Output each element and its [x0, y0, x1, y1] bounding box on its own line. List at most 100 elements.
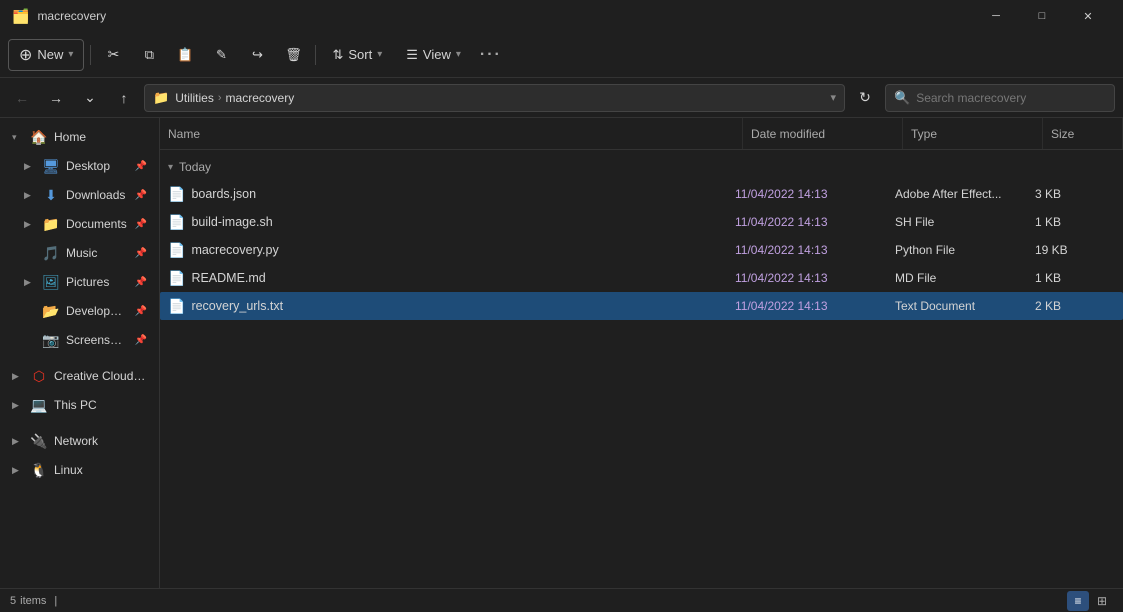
view-chevron-icon: ▾ [456, 49, 461, 60]
status-count: 5 [10, 595, 16, 607]
sidebar-pc-label: This PC [54, 398, 147, 412]
toolbar-sep-1 [90, 45, 91, 65]
breadcrumb-sep: › [218, 92, 222, 104]
table-row[interactable]: 📄 build-image.sh 11/04/2022 14:13 SH Fil… [160, 208, 1123, 236]
view-icon: ☰ [406, 47, 418, 63]
header-size[interactable]: Size [1043, 118, 1123, 149]
app-icon: 🗂️ [12, 8, 29, 25]
sidebar-item-this-pc[interactable]: ▶ 💻 This PC [4, 391, 155, 419]
documents-icon: 📁 [42, 216, 60, 233]
more-button[interactable]: ··· [475, 39, 507, 71]
sidebar-pictures-label: Pictures [66, 275, 129, 289]
forward-button[interactable]: → [42, 84, 70, 112]
close-button[interactable]: ✕ [1065, 0, 1111, 32]
desktop-pin-icon: 📌 [135, 161, 147, 172]
file-cell-date: 11/04/2022 14:13 [735, 187, 895, 201]
sort-button[interactable]: ⇅ Sort ▾ [322, 39, 392, 71]
address-dropdown-button[interactable]: ▾ [830, 91, 836, 104]
pictures-pin-icon: 📌 [135, 277, 147, 288]
status-items-label: items [20, 595, 46, 607]
sidebar-documents-label: Documents [66, 217, 129, 231]
sidebar-item-creative-cloud[interactable]: ▶ ⬡ Creative Cloud Files [4, 362, 155, 390]
share-button[interactable]: ↪ [241, 39, 273, 71]
search-input[interactable] [916, 91, 1106, 105]
up-button[interactable]: ↑ [110, 84, 138, 112]
paste-button[interactable]: 📋 [169, 39, 201, 71]
file-name-label: boards.json [191, 187, 256, 201]
pictures-icon: 🖼 [42, 274, 60, 291]
file-area: Name Date modified Type Size ▾ Today 📄 [160, 118, 1123, 588]
refresh-button[interactable]: ↻ [851, 84, 879, 112]
linux-expand-icon: ▶ [12, 465, 24, 476]
sidebar-item-music[interactable]: 🎵 Music 📌 [4, 239, 155, 267]
sidebar-item-desktop[interactable]: ▶ 🖥 Desktop 📌 [4, 152, 155, 180]
file-list: ▾ Today 📄 boards.json 11/04/2022 14:13 A… [160, 150, 1123, 588]
breadcrumb-utilities[interactable]: Utilities [175, 91, 214, 105]
file-name-label: build-image.sh [191, 215, 272, 229]
cut-button[interactable]: ✂ [97, 39, 129, 71]
cc-expand-icon: ▶ [12, 371, 24, 382]
dev-icon: 📂 [42, 303, 60, 320]
new-label: New [37, 47, 63, 62]
desktop-expand-icon: ▶ [24, 161, 36, 172]
header-size-label: Size [1051, 127, 1074, 141]
sidebar-item-downloads[interactable]: ▶ ⬇ Downloads 📌 [4, 181, 155, 209]
dev-pin-icon: 📌 [135, 306, 147, 317]
recent-button[interactable]: ⌄ [76, 84, 104, 112]
tiles-view-button[interactable]: ⊞ [1091, 591, 1113, 611]
breadcrumb-macrecovery[interactable]: macrecovery [226, 91, 295, 105]
header-date[interactable]: Date modified [743, 118, 903, 149]
back-button[interactable]: ← [8, 84, 36, 112]
sidebar-item-developpements[interactable]: 📂 Developpemen... 📌 [4, 297, 155, 325]
sidebar-downloads-label: Downloads [66, 188, 129, 202]
details-view-button[interactable]: ≡ [1067, 591, 1089, 611]
file-cell-size: 19 KB [1035, 243, 1115, 257]
file-icon: 📄 [168, 186, 185, 203]
table-row[interactable]: 📄 recovery_urls.txt 11/04/2022 14:13 Tex… [160, 292, 1123, 320]
file-cell-size: 2 KB [1035, 299, 1115, 313]
copy-button[interactable]: ⧉ [133, 39, 165, 71]
file-name-label: macrecovery.py [191, 243, 278, 257]
view-label: View [423, 47, 451, 62]
group-today[interactable]: ▾ Today [160, 154, 1123, 180]
file-cell-type: Python File [895, 243, 1035, 257]
sidebar-item-documents[interactable]: ▶ 📁 Documents 📌 [4, 210, 155, 238]
file-cell-type: Adobe After Effect... [895, 187, 1035, 201]
file-cell-size: 1 KB [1035, 215, 1115, 229]
sidebar-item-network[interactable]: ▶ 🔌 Network [4, 427, 155, 455]
sort-label: Sort [348, 47, 372, 62]
maximize-button[interactable]: □ [1019, 0, 1065, 32]
sidebar-item-pictures[interactable]: ▶ 🖼 Pictures 📌 [4, 268, 155, 296]
file-cell-type: MD File [895, 271, 1035, 285]
file-cell-date: 11/04/2022 14:13 [735, 271, 895, 285]
file-cell-date: 11/04/2022 14:13 [735, 215, 895, 229]
sidebar-item-screenshots[interactable]: 📷 Screenshots 📌 [4, 326, 155, 354]
screenshots-pin-icon: 📌 [135, 335, 147, 346]
search-bar[interactable]: 🔍 [885, 84, 1115, 112]
file-cell-name: 📄 boards.json [168, 186, 735, 203]
status-separator: | [54, 595, 57, 607]
rename-button[interactable]: ✎ [205, 39, 237, 71]
music-icon: 🎵 [42, 245, 60, 262]
sidebar-item-home[interactable]: ▾ 🏠 Home [4, 123, 155, 151]
sidebar-desktop-label: Desktop [66, 159, 129, 173]
sidebar-dev-label: Developpemen... [66, 304, 129, 318]
new-button[interactable]: ⊕ New ▾ [8, 39, 84, 71]
table-row[interactable]: 📄 macrecovery.py 11/04/2022 14:13 Python… [160, 236, 1123, 264]
header-name[interactable]: Name [160, 118, 743, 149]
network-expand-icon: ▶ [12, 436, 24, 447]
header-type[interactable]: Type [903, 118, 1043, 149]
table-row[interactable]: 📄 boards.json 11/04/2022 14:13 Adobe Aft… [160, 180, 1123, 208]
delete-button[interactable]: 🗑 [277, 39, 309, 71]
sidebar-cc-label: Creative Cloud Files [54, 369, 147, 383]
address-bar[interactable]: 📁 Utilities › macrecovery ▾ [144, 84, 845, 112]
file-rows-container: 📄 boards.json 11/04/2022 14:13 Adobe Aft… [160, 180, 1123, 320]
sort-icon: ⇅ [332, 47, 343, 63]
sidebar-music-label: Music [66, 246, 129, 260]
address-row: ← → ⌄ ↑ 📁 Utilities › macrecovery ▾ ↻ 🔍 [0, 78, 1123, 118]
sidebar-item-linux[interactable]: ▶ 🐧 Linux [4, 456, 155, 484]
status-info: 5 items | [10, 595, 57, 607]
minimize-button[interactable]: ─ [973, 0, 1019, 32]
table-row[interactable]: 📄 README.md 11/04/2022 14:13 MD File 1 K… [160, 264, 1123, 292]
view-button[interactable]: ☰ View ▾ [396, 39, 471, 71]
